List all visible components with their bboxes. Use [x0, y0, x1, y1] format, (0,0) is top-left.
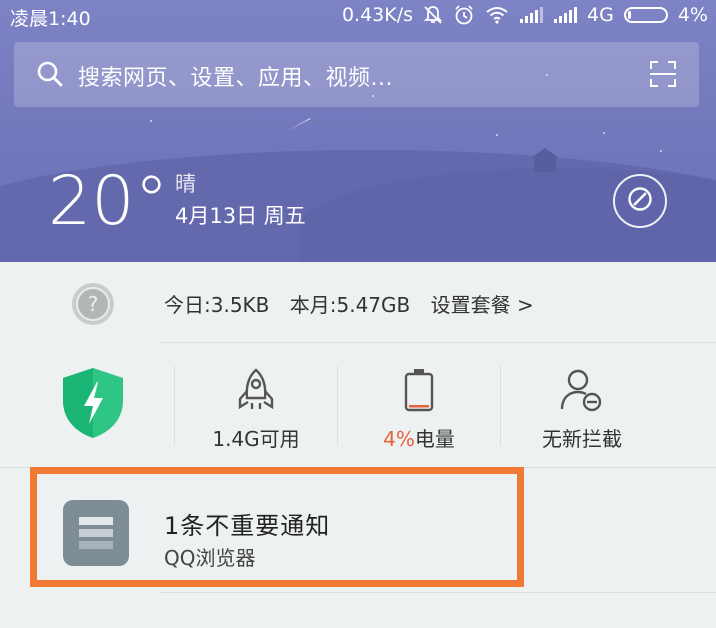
memory-clean-tool[interactable]: 1.4G可用: [176, 366, 336, 452]
help-icon[interactable]: ?: [72, 283, 114, 325]
control-panel: ? 今日:3.5KB 本月:5.47GB 设置套餐 > 1.4G可用 4%电量: [0, 262, 716, 628]
block-icon: [626, 185, 654, 217]
divider: [160, 342, 716, 343]
divider: [160, 592, 716, 593]
intercept-tool[interactable]: 无新拦截: [502, 366, 662, 452]
network-speed: 0.43K/s: [341, 4, 414, 26]
rocket-icon: [236, 366, 276, 413]
data-usage-row[interactable]: ? 今日:3.5KB 本月:5.47GB 设置套餐 >: [0, 262, 716, 342]
battery-percent: 4%: [677, 4, 708, 26]
battery-percent-label: 4%: [383, 427, 415, 451]
signal-icon-1: [519, 7, 544, 23]
data-today: 今日:3.5KB: [164, 293, 270, 317]
signal-icon-2: [553, 7, 578, 23]
shooting-star: [287, 117, 311, 132]
battery-label: 4%电量: [383, 423, 455, 452]
weather-condition: 晴: [175, 172, 196, 196]
mute-bell-icon: [423, 5, 443, 25]
weather-date: 4月13日 周五: [175, 204, 306, 228]
notification-item[interactable]: 1条不重要通知 QQ浏览器: [30, 467, 524, 587]
notification-subtitle: QQ浏览器: [164, 546, 256, 570]
wifi-icon: [485, 6, 509, 24]
user-block-icon: [560, 366, 604, 413]
battery-icon: [623, 7, 668, 23]
intercept-label: 无新拦截: [542, 427, 622, 451]
vertical-divider: [337, 366, 338, 446]
notification-title: 1条不重要通知: [164, 512, 331, 540]
status-time: 凌晨1:40: [10, 8, 91, 30]
battery-tool[interactable]: 4%电量: [339, 366, 499, 452]
temperature: 20°: [48, 162, 169, 241]
data-month: 本月:5.47GB: [289, 293, 411, 317]
house-icon: [528, 146, 562, 172]
status-bar: 凌晨1:40 0.43K/s 4G 4%: [0, 0, 716, 32]
alarm-icon: [453, 4, 475, 26]
search-placeholder: 搜索网页、设置、应用、视频...: [78, 66, 393, 91]
qq-browser-app-icon: [63, 500, 129, 566]
search-icon: [36, 60, 64, 92]
search-bar[interactable]: 搜索网页、设置、应用、视频...: [14, 42, 699, 107]
battery-level-icon: [403, 366, 435, 413]
weather-header: 凌晨1:40 0.43K/s 4G 4% 搜索网页、设置、应用、视频... 20…: [0, 0, 716, 262]
plan-setting-link[interactable]: 设置套餐 >: [431, 293, 534, 317]
security-shield-icon[interactable]: [60, 366, 126, 444]
block-button[interactable]: [613, 174, 667, 228]
vertical-divider: [500, 366, 501, 446]
vertical-divider: [174, 366, 175, 446]
memory-label: 1.4G可用: [212, 427, 300, 451]
network-type: 4G: [587, 4, 614, 26]
battery-text-label: 电量: [414, 427, 455, 451]
scan-icon[interactable]: [649, 60, 677, 92]
